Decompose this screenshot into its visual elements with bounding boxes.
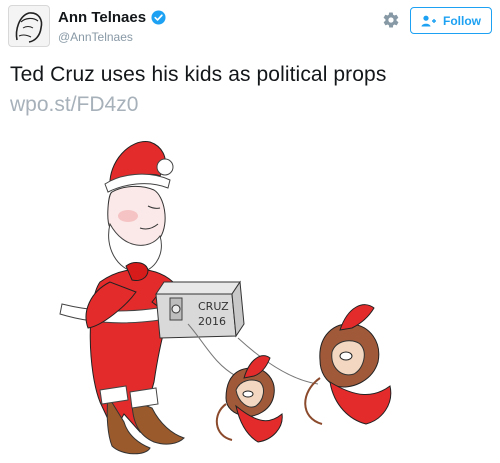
avatar[interactable] [8,5,50,47]
author-name[interactable]: Ann Telnaes [58,9,146,26]
verified-badge-icon [151,10,166,25]
settings-gear-button[interactable] [380,9,402,31]
tweet-link[interactable]: wpo.st/FD4z0 [10,93,138,117]
author-handle[interactable]: @AnnTelnaes [58,30,133,44]
box-label-line1: CRUZ [198,300,229,313]
monkey-left [216,355,283,443]
add-user-icon [421,15,436,26]
tweet-text: Ted Cruz uses his kids as political prop… [10,63,387,86]
gear-icon [383,12,399,28]
box-label-line2: 2016 [198,315,226,328]
author-name-row: Ann Telnaes [58,9,166,26]
tweet-media-image[interactable]: CRUZ 2016 [0,132,500,463]
cruz-box: CRUZ 2016 [155,280,245,339]
tweet-header: Ann Telnaes @AnnTelnaes Follow [0,0,500,56]
monkey-right [304,304,392,425]
follow-label: Follow [443,13,481,28]
follow-button[interactable]: Follow [410,7,492,34]
